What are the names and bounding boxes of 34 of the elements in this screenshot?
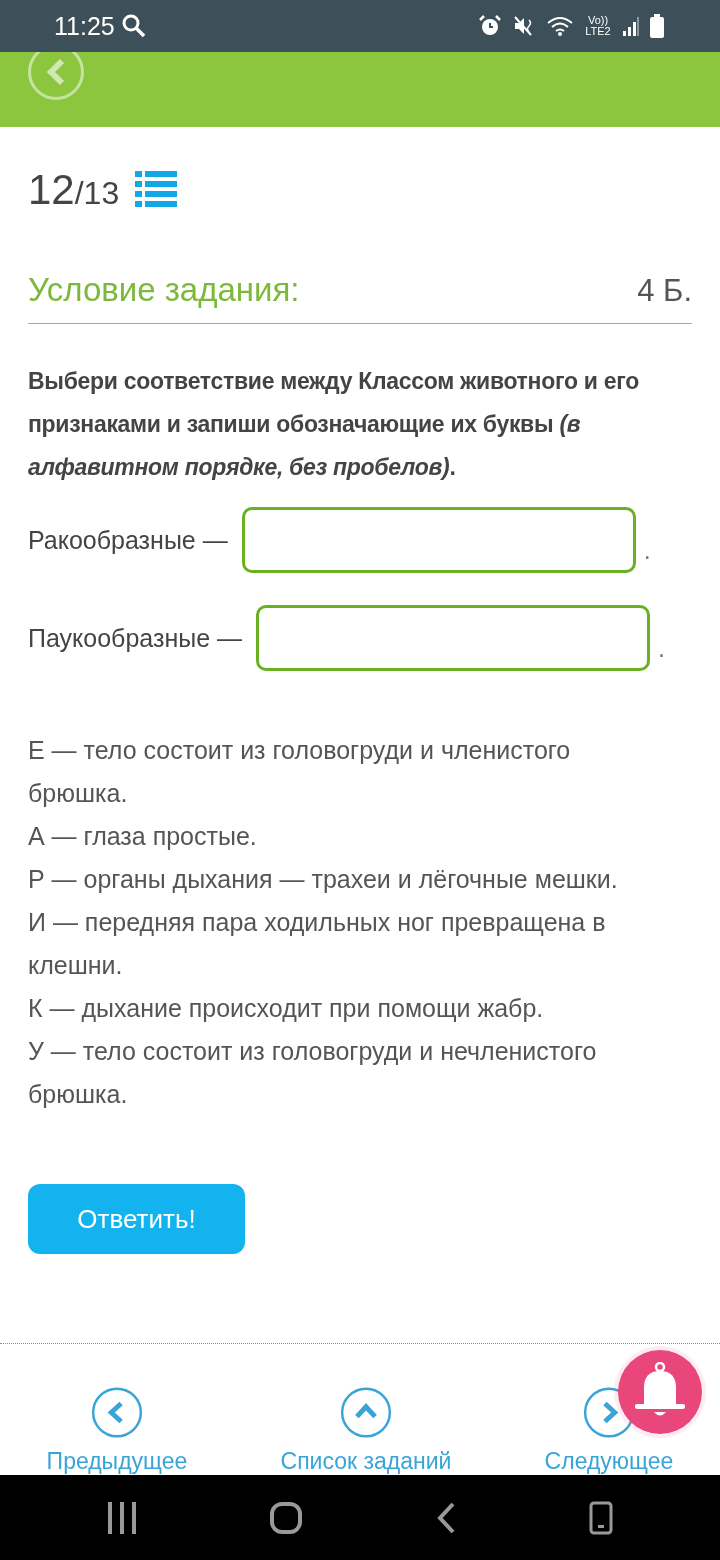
field-suffix: . <box>643 536 651 565</box>
nav-link[interactable]: Предыдущее <box>46 1448 188 1475</box>
option-text: Е — тело состоит из головогруди и членистого брюшка. <box>28 735 572 809</box>
back-icon[interactable] <box>435 1501 456 1534</box>
option-text: К — дыхание происходит при помощи жабр. <box>28 993 545 1024</box>
answer-field[interactable] <box>241 507 636 573</box>
phone-icon[interactable] <box>589 1500 614 1535</box>
points-label: 4 Б. <box>637 273 692 309</box>
answer-field[interactable] <box>256 605 651 671</box>
field-suffix: . <box>658 634 665 663</box>
field-label: Ракообразные — <box>28 525 228 555</box>
list-icon[interactable] <box>135 171 178 209</box>
network-label: Vo)) LTE2 <box>584 15 612 37</box>
nav-link[interactable]: Список заданий <box>280 1448 452 1475</box>
question-total: /13 <box>74 175 120 212</box>
search-icon <box>120 13 147 39</box>
recent-apps-icon[interactable] <box>106 1501 137 1534</box>
option-text: А — глаза простые. <box>28 821 258 852</box>
notification-button[interactable] <box>618 1350 702 1434</box>
option-text: И — передняя пара ходильных ног превращена в клешни. <box>28 907 607 981</box>
alarm-icon <box>478 14 502 38</box>
status-time: 11:25 <box>54 11 115 41</box>
submit-button[interactable]: Ответить! <box>28 1184 245 1254</box>
option-text: У — тело состоит из головогруди и нечленистого брюшка. <box>28 1036 598 1110</box>
task-instruction: Выбери соответствие между Классом животного и его признаками и запиши обозначающие их буквы (в алфавитном порядке, без пробелов). <box>28 367 640 482</box>
wifi-icon <box>546 14 574 38</box>
signal-icon <box>622 15 640 37</box>
field-label: Паукообразные — <box>28 623 243 653</box>
battery-icon <box>650 14 664 38</box>
question-number: 12 <box>28 166 75 214</box>
home-icon[interactable] <box>270 1501 303 1534</box>
option-text: Р — органы дыхания — трахеи и лёгочные мешки. <box>28 864 619 895</box>
section-title: Условие задания: <box>28 271 300 309</box>
nav-link[interactable]: Следующее <box>544 1448 674 1475</box>
